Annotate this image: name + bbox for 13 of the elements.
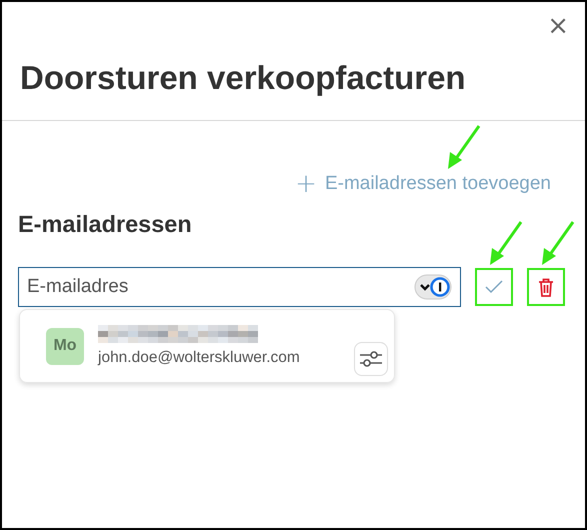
- section-title: E-mailadressen: [18, 210, 193, 239]
- delete-button[interactable]: [527, 268, 565, 306]
- contact-email: john.doe@wolterskluwer.com: [98, 349, 301, 367]
- checkmark-icon: [485, 280, 503, 294]
- dialog-title: Doorsturen verkoopfacturen: [20, 58, 467, 98]
- email-input-field[interactable]: E-mailadres: [18, 267, 461, 307]
- suggestion-card[interactable]: Mo john.doe@wolterskluwer.com: [19, 309, 395, 383]
- password-manager-icon: [414, 274, 452, 300]
- sliders-icon: [359, 350, 383, 368]
- trash-icon: [538, 278, 554, 296]
- initials-avatar: Mo: [46, 328, 84, 364]
- close-button[interactable]: ×: [545, 14, 571, 38]
- settings-button[interactable]: [354, 342, 388, 376]
